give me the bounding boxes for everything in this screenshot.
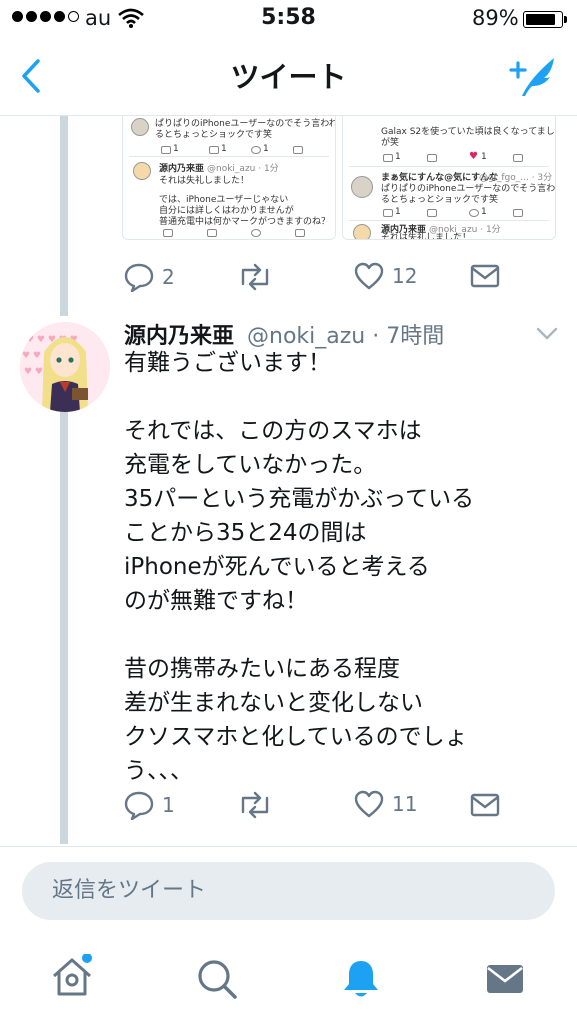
reply-icon bbox=[124, 263, 154, 292]
mini-reply-icon bbox=[163, 229, 173, 237]
home-icon bbox=[53, 953, 92, 996]
attached-image-2[interactable]: Galax S2を使っていた頃は良くなってました が笑 1 ♥ 1 まぁ気にすん… bbox=[342, 116, 556, 240]
mini-like-icon bbox=[469, 209, 479, 217]
mini-retweet-icon bbox=[427, 209, 437, 217]
user-avatar[interactable]: ♥ ♥ ♥ ♥ ♥♥ ♥ ♥ ♥ ♥ ♥♥ ♥ ♥ ♥ ♥ bbox=[20, 322, 110, 412]
like-count: 12 bbox=[392, 264, 418, 288]
mini-retweet-icon bbox=[207, 229, 217, 237]
divider bbox=[0, 846, 577, 847]
retweet-icon bbox=[241, 263, 269, 291]
thumb-text: 普通充電中は何かマークがつきますのね？ bbox=[159, 217, 331, 227]
mini-reply-icon bbox=[161, 146, 171, 154]
reply-button[interactable]: 2 bbox=[124, 262, 175, 292]
thumb-text: るとちょっとショックです笑 bbox=[381, 195, 499, 205]
thumb-count: 1 bbox=[481, 152, 487, 162]
heart-icon bbox=[354, 262, 384, 290]
reply-input[interactable]: 返信をツイート bbox=[22, 862, 555, 920]
search-icon bbox=[198, 960, 237, 999]
thumb-count: 1 bbox=[173, 144, 179, 154]
compose-quill-icon bbox=[509, 58, 554, 96]
tab-search[interactable] bbox=[196, 958, 238, 1004]
thumb-text: それは失礼しました！ bbox=[381, 233, 472, 240]
thumb-divider bbox=[129, 156, 329, 157]
direct-message-button[interactable] bbox=[470, 264, 500, 288]
thumb-text: Galax S2を使っていた頃は良くなってました bbox=[381, 127, 556, 137]
thumb-count: 1 bbox=[221, 144, 227, 154]
thumb-count: 1 bbox=[395, 207, 401, 217]
mini-reply-icon bbox=[383, 154, 393, 162]
mini-avatar-icon bbox=[353, 224, 371, 239]
page-title: ツイート bbox=[230, 60, 347, 94]
mail-icon bbox=[470, 264, 500, 288]
thumb-count: 1 bbox=[263, 144, 269, 154]
chevron-down-icon bbox=[536, 327, 558, 340]
tab-home[interactable] bbox=[50, 953, 96, 1004]
compose-tweet-button[interactable] bbox=[508, 56, 558, 102]
notifications-bell-icon bbox=[344, 961, 378, 997]
mini-reply-icon bbox=[383, 209, 393, 217]
avatar-image: ♥ ♥ ♥ ♥ ♥♥ ♥ ♥ ♥ ♥ ♥♥ ♥ ♥ ♥ ♥ bbox=[20, 322, 110, 412]
thumb-text: るとちょっとショックです笑 bbox=[155, 130, 273, 140]
tweet-options-button[interactable] bbox=[536, 326, 558, 345]
reply-count: 1 bbox=[162, 793, 175, 817]
tweet-text: 有難うございます！ それでは、この方のスマホは 充電をしていなかった。 35パー… bbox=[124, 350, 475, 784]
tab-notifications[interactable] bbox=[340, 958, 382, 1004]
like-count: 11 bbox=[392, 792, 418, 816]
thumb-text: が笑 bbox=[381, 138, 400, 148]
mini-mail-icon bbox=[513, 209, 523, 217]
status-bar: au 5:58 89% bbox=[0, 0, 577, 38]
battery-percentage: 89% bbox=[472, 6, 519, 30]
messages-envelope-icon bbox=[487, 965, 523, 993]
thumb-text: それは失礼しました！ bbox=[159, 176, 250, 186]
battery-tip bbox=[564, 16, 567, 23]
mini-mail-icon bbox=[293, 146, 303, 154]
attached-image-1[interactable]: ぱりぱりのiPhoneユーザーなのでそう言われ るとちょっとショックです笑 1 … bbox=[122, 116, 336, 240]
mini-retweet-icon bbox=[427, 154, 437, 162]
navigation-bar: ツイート bbox=[0, 38, 577, 116]
thread-connector bbox=[60, 412, 68, 844]
direct-message-button[interactable] bbox=[470, 793, 500, 817]
mini-avatar-icon bbox=[131, 118, 149, 136]
like-button[interactable]: 11 bbox=[354, 790, 417, 818]
mini-like-icon bbox=[251, 146, 261, 154]
reply-icon bbox=[124, 791, 154, 820]
thumb-count: 1 bbox=[395, 152, 401, 162]
thumb-divider bbox=[349, 166, 549, 167]
thumb-divider bbox=[349, 220, 549, 221]
thread-connector-top bbox=[60, 116, 68, 316]
mini-mail-icon bbox=[295, 229, 305, 237]
mini-avatar-icon bbox=[133, 162, 151, 180]
mini-like-icon bbox=[251, 229, 261, 237]
mini-retweet-icon bbox=[209, 146, 219, 154]
tab-bar bbox=[0, 942, 577, 1024]
retweet-button[interactable] bbox=[238, 262, 272, 292]
reply-count: 2 bbox=[162, 265, 175, 289]
mini-liked-heart-icon: ♥ bbox=[469, 151, 478, 162]
tab-messages[interactable] bbox=[486, 964, 524, 998]
heart-icon bbox=[354, 790, 384, 818]
mini-mail-icon bbox=[513, 154, 523, 162]
like-button[interactable]: 12 bbox=[354, 262, 417, 290]
reply-button[interactable]: 1 bbox=[124, 790, 175, 820]
thumb-count: 1 bbox=[481, 207, 487, 217]
retweet-button[interactable] bbox=[238, 790, 272, 820]
retweet-icon bbox=[241, 791, 269, 819]
battery-icon bbox=[523, 11, 563, 28]
mail-icon bbox=[470, 793, 500, 817]
mini-avatar-icon bbox=[351, 176, 373, 198]
